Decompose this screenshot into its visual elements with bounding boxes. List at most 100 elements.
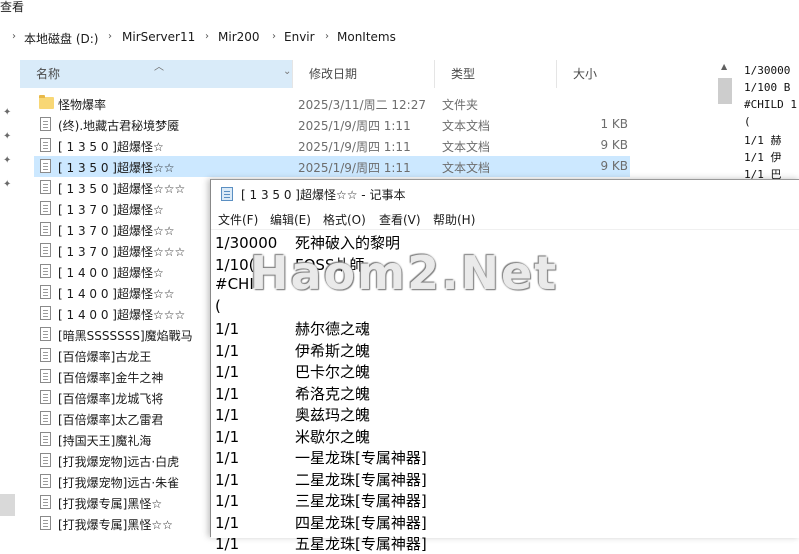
file-size: 9 KB [600,138,628,152]
file-type: 文本文档 [442,161,491,175]
menu-format[interactable]: 格式(O) [323,211,366,228]
breadcrumb-item-envir[interactable]: Envir [284,30,315,44]
line-rate: 1/1 [215,449,240,467]
breadcrumb-chevron-icon: › [12,31,16,42]
line-item: 奥兹玛之魄 [295,406,371,424]
line-rate: 1/1 [215,535,240,553]
line-item: 希洛克之魄 [295,384,371,403]
folder-icon [39,95,54,109]
column-header-date[interactable]: 修改日期 [292,60,434,88]
file-row[interactable]: [ 1 3 5 0 ]超爆怪☆ 2025/1/9/周四 1:11 文本文档 9 KB [34,135,630,156]
file-name: [ 1 4 0 0 ]超爆怪☆☆☆ [58,308,186,322]
breadcrumb-item-mirserver[interactable]: MirServer11 [122,30,195,44]
line-item: 五星龙珠[专属神器] [295,535,427,553]
address-bar[interactable]: › 本地磁盘 (D:) › MirServer11 › Mir200 › Env… [0,27,799,49]
file-row[interactable]: (终).地藏古君秘境梦魇 2025/1/9/周四 1:11 文本文档 1 KB [34,114,630,135]
text-file-icon [40,285,51,299]
column-header-type[interactable]: 类型 [434,60,556,88]
line-rate: 1/1 [215,384,240,403]
pin-icon[interactable]: ✦ [3,108,13,118]
file-type: 文本文档 [442,140,491,154]
file-row[interactable]: 怪物爆率 2025/3/11/周二 12:27 文件夹 [34,93,630,114]
sort-ascending-icon: ︿ [154,62,164,73]
file-date: 2025/3/11/周二 12:27 [298,98,426,112]
line-rate: 1/1 [215,492,240,510]
pin-icon[interactable]: ✦ [3,156,13,166]
file-name: [ 1 3 5 0 ]超爆怪☆ [58,140,164,154]
text-file-icon [40,159,51,173]
preview-line: #CHILD 1 [744,98,797,111]
preview-line: ( [744,115,751,128]
breadcrumb-item-mir200[interactable]: Mir200 [218,30,260,44]
chevron-down-icon[interactable]: ⌄ [283,66,291,77]
text-file-icon [40,411,51,425]
text-line: 1/1 米歇尔之魄 [215,426,370,447]
preview-line: 1/30000 [744,64,791,77]
text-file-icon [40,306,51,320]
text-file-icon [40,138,51,152]
file-size: 1 KB [600,117,628,131]
menu-edit[interactable]: 编辑(E) [270,211,311,228]
text-line: 1/1 五星龙珠[专属神器] [215,533,427,554]
line-item: 四星龙珠[专属神器] [295,513,427,532]
text-file-icon [40,516,51,530]
line-item: 二星龙珠[专属神器] [295,470,427,489]
file-name: [ 1 4 0 0 ]超爆怪☆ [58,266,164,280]
file-type: 文本文档 [442,119,491,133]
menu-view[interactable]: 查看(V) [379,211,421,228]
pin-icon[interactable]: ✦ [3,180,13,190]
watermark: Haom2.Net [250,246,559,300]
navigation-pane[interactable]: ✦ ✦ ✦ ✦ [0,60,20,536]
text-line: 1/1 赫尔德之魂 [215,318,370,339]
notepad-titlebar[interactable]: [ 1 3 5 0 ]超爆怪☆☆ - 记事本 [211,180,799,208]
file-row[interactable]: [ 1 3 5 0 ]超爆怪☆☆ 2025/1/9/周四 1:11 文本文档 9 KB [34,156,630,177]
pin-icon[interactable]: ✦ [3,132,13,142]
text-line: 1/1 伊希斯之魄 [215,340,370,361]
breadcrumb-chevron-icon: › [272,31,276,42]
file-date: 2025/1/9/周四 1:11 [298,161,411,175]
file-date: 2025/1/9/周四 1:11 [298,140,411,154]
menu-file[interactable]: 文件(F) [218,211,258,228]
file-name: [打我爆专属]黑怪☆ [58,497,163,511]
breadcrumb-chevron-icon: › [108,31,112,42]
file-type: 文件夹 [442,98,479,112]
breadcrumb-chevron-icon: › [325,31,329,42]
text-line: 1/1 一星龙珠[专属神器] [215,447,427,468]
text-file-icon [40,369,51,383]
notepad-title: [ 1 3 5 0 ]超爆怪☆☆ - 记事本 [241,188,406,202]
line-item: 三星龙珠[专属神器] [295,492,427,510]
line-rate: 1/1 [215,427,240,446]
scroll-up-arrow-icon[interactable]: ▲ [721,62,727,71]
preview-line: 1/1 赫 [744,134,782,147]
line-rate: 1/1 [215,320,240,338]
preview-line: 1/100 B [744,81,791,94]
text-line: 1/1 四星龙珠[专属神器] [215,512,427,533]
line-item: 赫尔德之魂 [295,320,371,338]
file-name: [ 1 3 5 0 ]超爆怪☆☆ [58,161,175,175]
column-header-size[interactable]: 大小 [556,60,636,88]
file-size: 9 KB [600,159,628,173]
line-rate: 1/1 [215,470,240,489]
text-line: 1/1 巴卡尔之魄 [215,361,370,382]
file-name: [打我爆专属]黑怪☆☆ [58,518,173,532]
navigation-selected-item[interactable] [0,494,15,516]
notepad-menubar: 文件(F) 编辑(E) 格式(O) 查看(V) 帮助(H) [211,209,799,229]
breadcrumb-item-monitems[interactable]: MonItems [337,30,396,44]
notepad-window[interactable]: [ 1 3 5 0 ]超爆怪☆☆ - 记事本 文件(F) 编辑(E) 格式(O)… [210,179,799,553]
column-header: 名称 修改日期 类型 大小 [20,60,720,88]
menu-help[interactable]: 帮助(H) [433,211,475,228]
file-name: [百倍爆率]太乙雷君 [58,413,164,427]
text-line: 1/1 三星龙珠[专属神器] [215,490,427,511]
line-item: 伊希斯之魄 [295,341,371,360]
breadcrumb-item-drive[interactable]: 本地磁盘 (D:) [24,30,98,47]
text-file-icon [40,222,51,236]
file-name: (终).地藏古君秘境梦魇 [58,119,180,133]
file-name: [ 1 3 7 0 ]超爆怪☆☆☆ [58,245,186,259]
preview-scrollbar-thumb[interactable] [718,78,732,104]
text-file-icon [40,117,51,131]
text-file-icon [40,327,51,341]
file-name: [ 1 3 7 0 ]超爆怪☆ [58,203,164,217]
text-line: 1/1 希洛克之魄 [215,383,370,404]
file-name: [暗黑SSSSSSS]魔焰戰马 [58,329,193,343]
line-rate: 1/1 [215,406,240,424]
